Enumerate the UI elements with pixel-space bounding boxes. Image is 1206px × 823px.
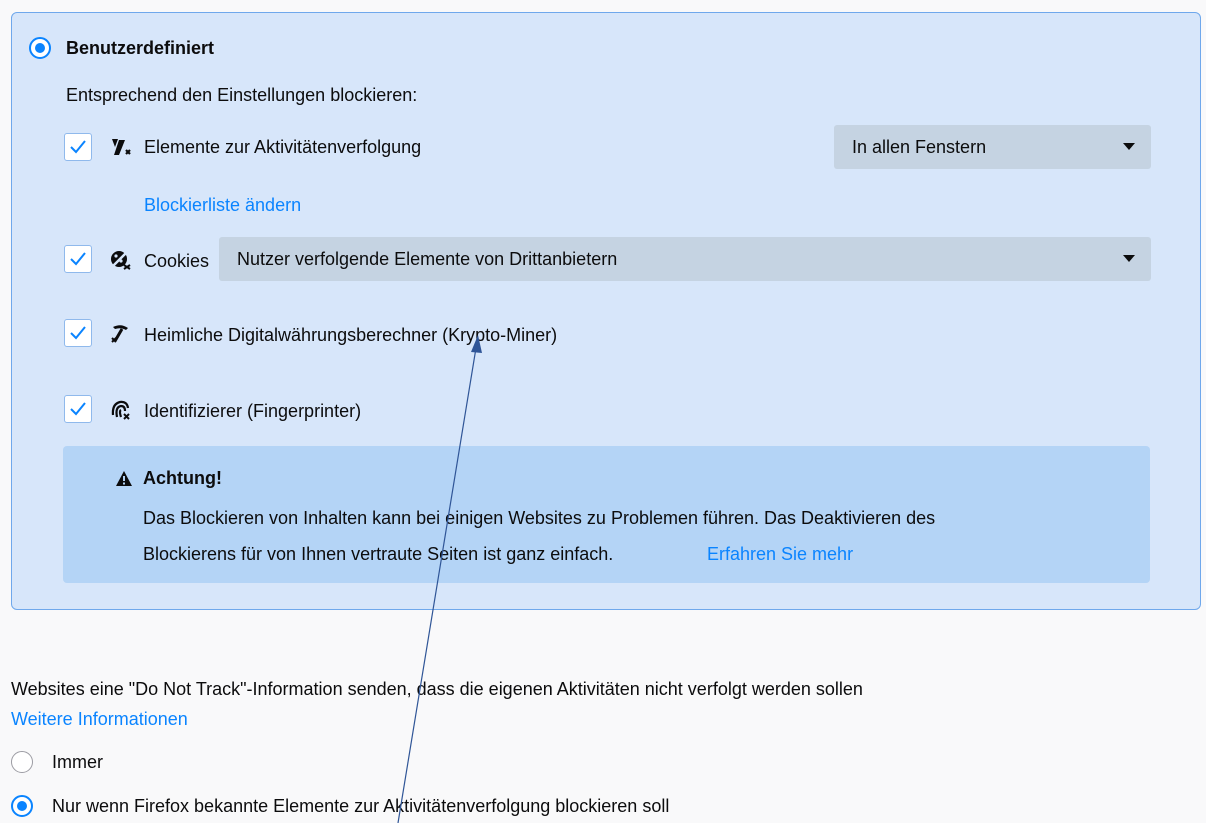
- cryptominer-icon: [111, 325, 128, 343]
- custom-description: Entsprechend den Einstellungen blockiere…: [66, 85, 418, 105]
- dnt-always-label[interactable]: Immer: [52, 750, 103, 774]
- checkmark-icon: [70, 402, 86, 416]
- tracker-icon: [112, 139, 131, 155]
- checkmark-icon: [70, 252, 86, 266]
- custom-radio-label[interactable]: Benutzerdefiniert: [66, 36, 214, 60]
- fingerprinters-label[interactable]: Identifizierer (Fingerprinter): [144, 399, 361, 423]
- warning-box: Achtung! Das Blockieren von Inhalten kan…: [63, 446, 1150, 583]
- blocklist-link[interactable]: Blockierliste ändern: [144, 193, 301, 217]
- cryptominers-label[interactable]: Heimliche Digitalwährungsberechner (Kryp…: [144, 323, 557, 347]
- warning-title: Achtung!: [143, 468, 222, 488]
- warning-line1: Das Blockieren von Inhalten kann bei ein…: [143, 508, 936, 528]
- dnt-tracking-only-radio[interactable]: [11, 795, 33, 817]
- tracking-label[interactable]: Elemente zur Aktivitätenverfolgung: [144, 135, 421, 159]
- warning-icon: [116, 471, 132, 486]
- cryptominers-checkbox[interactable]: [64, 319, 92, 347]
- cookies-checkbox[interactable]: [64, 245, 92, 273]
- cookie-icon: [111, 250, 131, 270]
- cookies-label[interactable]: Cookies: [144, 249, 209, 273]
- checkmark-icon: [70, 326, 86, 340]
- dnt-always-radio[interactable]: [11, 751, 33, 773]
- tracking-checkbox[interactable]: [64, 133, 92, 161]
- dnt-description: Websites eine "Do Not Track"-Information…: [11, 679, 863, 699]
- dropdown-arrow-icon: [1123, 255, 1135, 262]
- dnt-more-info-link[interactable]: Weitere Informationen: [11, 707, 188, 731]
- dnt-tracking-only-label[interactable]: Nur wenn Firefox bekannte Elemente zur A…: [52, 794, 669, 818]
- fingerprinters-checkbox[interactable]: [64, 395, 92, 423]
- learn-more-link[interactable]: Erfahren Sie mehr: [707, 541, 853, 567]
- custom-radio[interactable]: [29, 37, 51, 59]
- tracking-scope-value: In allen Fenstern: [852, 137, 987, 157]
- warning-line2: Blockierens für von Ihnen vertraute Seit…: [143, 544, 614, 564]
- cookies-select-value: Nutzer verfolgende Elemente von Drittanb…: [237, 249, 618, 269]
- dropdown-arrow-icon: [1123, 143, 1135, 150]
- tracking-scope-select[interactable]: In allen Fenstern: [834, 125, 1151, 169]
- fingerprint-icon: [111, 400, 130, 420]
- cookies-select[interactable]: Nutzer verfolgende Elemente von Drittanb…: [219, 237, 1151, 281]
- checkmark-icon: [70, 140, 86, 154]
